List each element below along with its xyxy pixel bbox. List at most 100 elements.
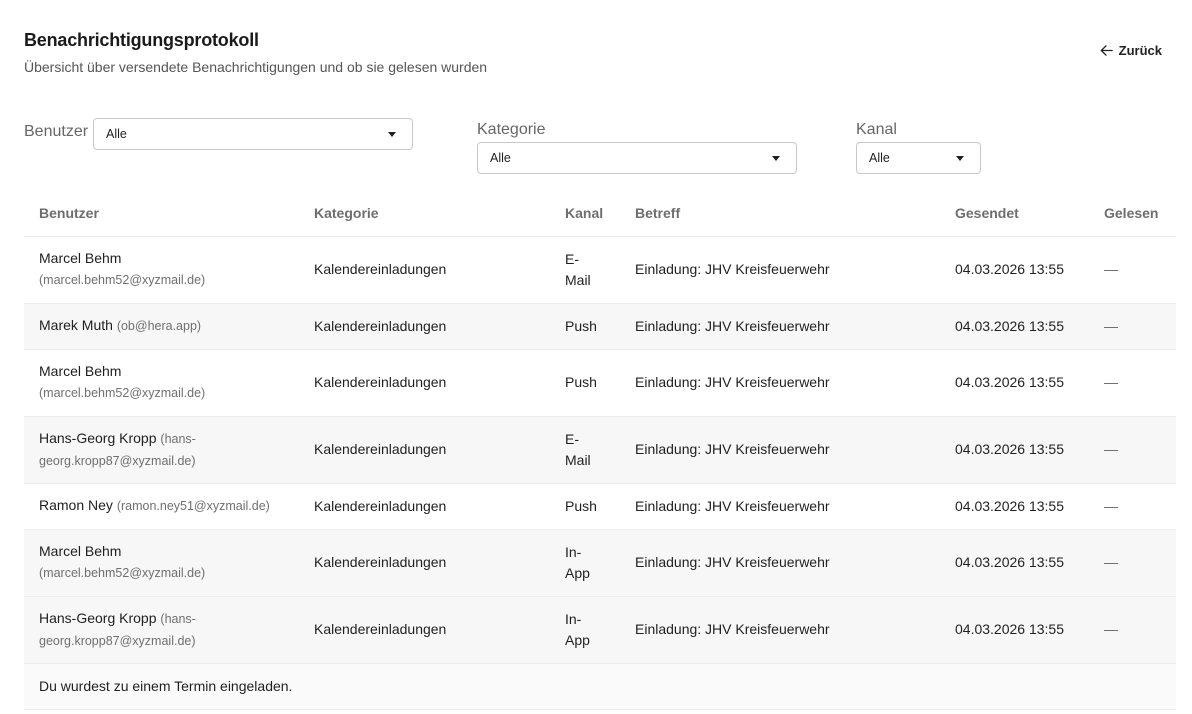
category-cell: Kalendereinladungen (299, 596, 550, 664)
user-email: (marcel.behm52@xyzmail.de) (39, 273, 206, 287)
caret-down-icon (388, 132, 396, 137)
channel-cell: Push (550, 349, 620, 417)
read-cell: — (1089, 596, 1176, 664)
expanded-message-row: Du wurdest zu einem Termin eingeladen. (24, 663, 1176, 710)
user-cell: Ramon Ney (ramon.ney51@xyzmail.de) (24, 483, 299, 530)
user-name: Ramon Ney (39, 497, 113, 513)
table-row[interactable]: Marcel Behm (marcel.behm52@xyzmail.de) Ka… (24, 529, 1176, 597)
channel-line-1: E- (565, 250, 579, 267)
sent-cell: 04.03.2026 13:55 (940, 483, 1089, 530)
user-email-continued: georg.kropp87@xyzmail.de) (39, 633, 196, 648)
subject-cell: Einladung: JHV Kreisfeuerwehr (620, 303, 940, 350)
sent-cell: 04.03.2026 13:55 (940, 349, 1089, 417)
notification-message: Du wurdest zu einem Termin eingeladen. (24, 663, 1176, 710)
filter-category-label: Kategorie (477, 121, 546, 138)
table-row[interactable]: Marcel Behm (marcel.behm52@xyzmail.de) Ka… (24, 236, 1176, 304)
user-cell: Hans-Georg Kropp (hans-georg.kropp87@xyz… (24, 416, 299, 484)
read-cell: — (1089, 303, 1176, 350)
channel-line-2: Mail (565, 451, 591, 468)
column-header-sent: Gesendet (940, 190, 1089, 237)
table-header-row: Benutzer Kategorie Kanal Betreff Gesende… (24, 190, 1176, 237)
user-email: (marcel.behm52@xyzmail.de) (39, 386, 206, 400)
user-name: Marcel Behm (39, 543, 122, 559)
page-header: Benachrichtigungsprotokoll Übersicht übe… (24, 30, 487, 75)
user-name: Marcel Behm (39, 250, 122, 266)
user-email-continued: georg.kropp87@xyzmail.de) (39, 453, 196, 468)
channel-line-1: In- (565, 543, 582, 560)
category-cell: Kalendereinladungen (299, 529, 550, 597)
category-cell: Kalendereinladungen (299, 416, 550, 484)
user-name: Hans-Georg Kropp (39, 429, 157, 446)
filter-user-select[interactable]: Alle (93, 118, 413, 150)
subject-cell: Einladung: JHV Kreisfeuerwehr (620, 349, 940, 417)
caret-down-icon (956, 156, 964, 161)
user-email: (ob@hera.app) (116, 319, 202, 333)
user-email: (marcel.behm52@xyzmail.de) (39, 566, 206, 580)
sent-cell: 04.03.2026 13:55 (940, 529, 1089, 597)
column-header-user: Benutzer (24, 190, 299, 237)
user-cell: Marcel Behm (marcel.behm52@xyzmail.de) (24, 349, 299, 417)
filter-category-value: Alle (490, 151, 511, 165)
category-cell: Kalendereinladungen (299, 303, 550, 350)
user-cell: Marcel Behm (marcel.behm52@xyzmail.de) (24, 236, 299, 304)
sent-cell: 04.03.2026 13:55 (940, 416, 1089, 484)
back-button[interactable]: Zurück (1099, 43, 1162, 58)
table-row[interactable]: Hans-Georg Kropp (hans-georg.kropp87@xyz… (24, 416, 1176, 484)
column-header-category: Kategorie (299, 190, 550, 237)
channel-cell: In- App (550, 529, 620, 597)
filter-category-select[interactable]: Alle (477, 142, 797, 174)
user-cell: Hans-Georg Kropp (hans-georg.kropp87@xyz… (24, 596, 299, 664)
subject-cell: Einladung: JHV Kreisfeuerwehr (620, 596, 940, 664)
channel-cell: Push (550, 483, 620, 530)
category-cell: Kalendereinladungen (299, 483, 550, 530)
channel-line-2: Mail (565, 271, 591, 288)
read-cell: — (1089, 483, 1176, 530)
filter-channel-label: Kanal (856, 121, 897, 138)
channel-line-1: E- (565, 430, 579, 447)
user-name: Marcel Behm (39, 363, 122, 379)
sent-cell: 04.03.2026 13:55 (940, 596, 1089, 664)
table-row[interactable]: Marek Muth (ob@hera.app) Kalendereinladu… (24, 303, 1176, 350)
user-email: (ramon.ney51@xyzmail.de) (116, 499, 270, 513)
column-header-read: Gelesen (1089, 190, 1176, 237)
table-row[interactable]: Ramon Ney (ramon.ney51@xyzmail.de) Kalen… (24, 483, 1176, 530)
category-cell: Kalendereinladungen (299, 236, 550, 304)
user-email: (hans- (160, 611, 196, 626)
user-name: Hans-Georg Kropp (39, 609, 157, 626)
page-subtitle: Übersicht über versendete Benachrichtigu… (24, 59, 488, 75)
category-cell: Kalendereinladungen (299, 349, 550, 417)
sent-cell: 04.03.2026 13:55 (940, 303, 1089, 350)
table-row[interactable]: Marcel Behm (marcel.behm52@xyzmail.de) Ka… (24, 349, 1176, 417)
sent-cell: 04.03.2026 13:55 (940, 236, 1089, 304)
channel-cell: E- Mail (550, 416, 620, 484)
filter-channel-select[interactable]: Alle (856, 142, 981, 174)
channel-cell: In- App (550, 596, 620, 664)
column-header-subject: Betreff (620, 190, 940, 237)
channel-line-2: App (565, 631, 590, 648)
filter-user-value: Alle (106, 127, 127, 141)
channel-cell: Push (550, 303, 620, 350)
subject-cell: Einladung: JHV Kreisfeuerwehr (620, 416, 940, 484)
user-email: (hans- (160, 431, 196, 446)
user-name: Marek Muth (39, 317, 113, 333)
caret-down-icon (772, 156, 780, 161)
channel-line-1: In- (565, 610, 582, 627)
page-title: Benachrichtigungsprotokoll (24, 30, 259, 50)
back-label: Zurück (1118, 43, 1162, 58)
table-row[interactable]: Hans-Georg Kropp (hans-georg.kropp87@xyz… (24, 596, 1176, 664)
arrow-left-icon (1100, 45, 1113, 56)
filter-user-label: Benutzer (24, 123, 89, 140)
filter-channel-value: Alle (869, 151, 890, 165)
read-cell: — (1089, 236, 1176, 304)
subject-cell: Einladung: JHV Kreisfeuerwehr (620, 236, 940, 304)
notification-table: Benutzer Kategorie Kanal Betreff Gesende… (24, 190, 1176, 710)
user-cell: Marek Muth (ob@hera.app) (24, 303, 299, 350)
read-cell: — (1089, 349, 1176, 417)
subject-cell: Einladung: JHV Kreisfeuerwehr (620, 483, 940, 530)
read-cell: — (1089, 416, 1176, 484)
column-header-channel: Kanal (550, 190, 620, 237)
channel-cell: E- Mail (550, 236, 620, 304)
read-cell: — (1089, 529, 1176, 597)
subject-cell: Einladung: JHV Kreisfeuerwehr (620, 529, 940, 597)
user-cell: Marcel Behm (marcel.behm52@xyzmail.de) (24, 529, 299, 597)
